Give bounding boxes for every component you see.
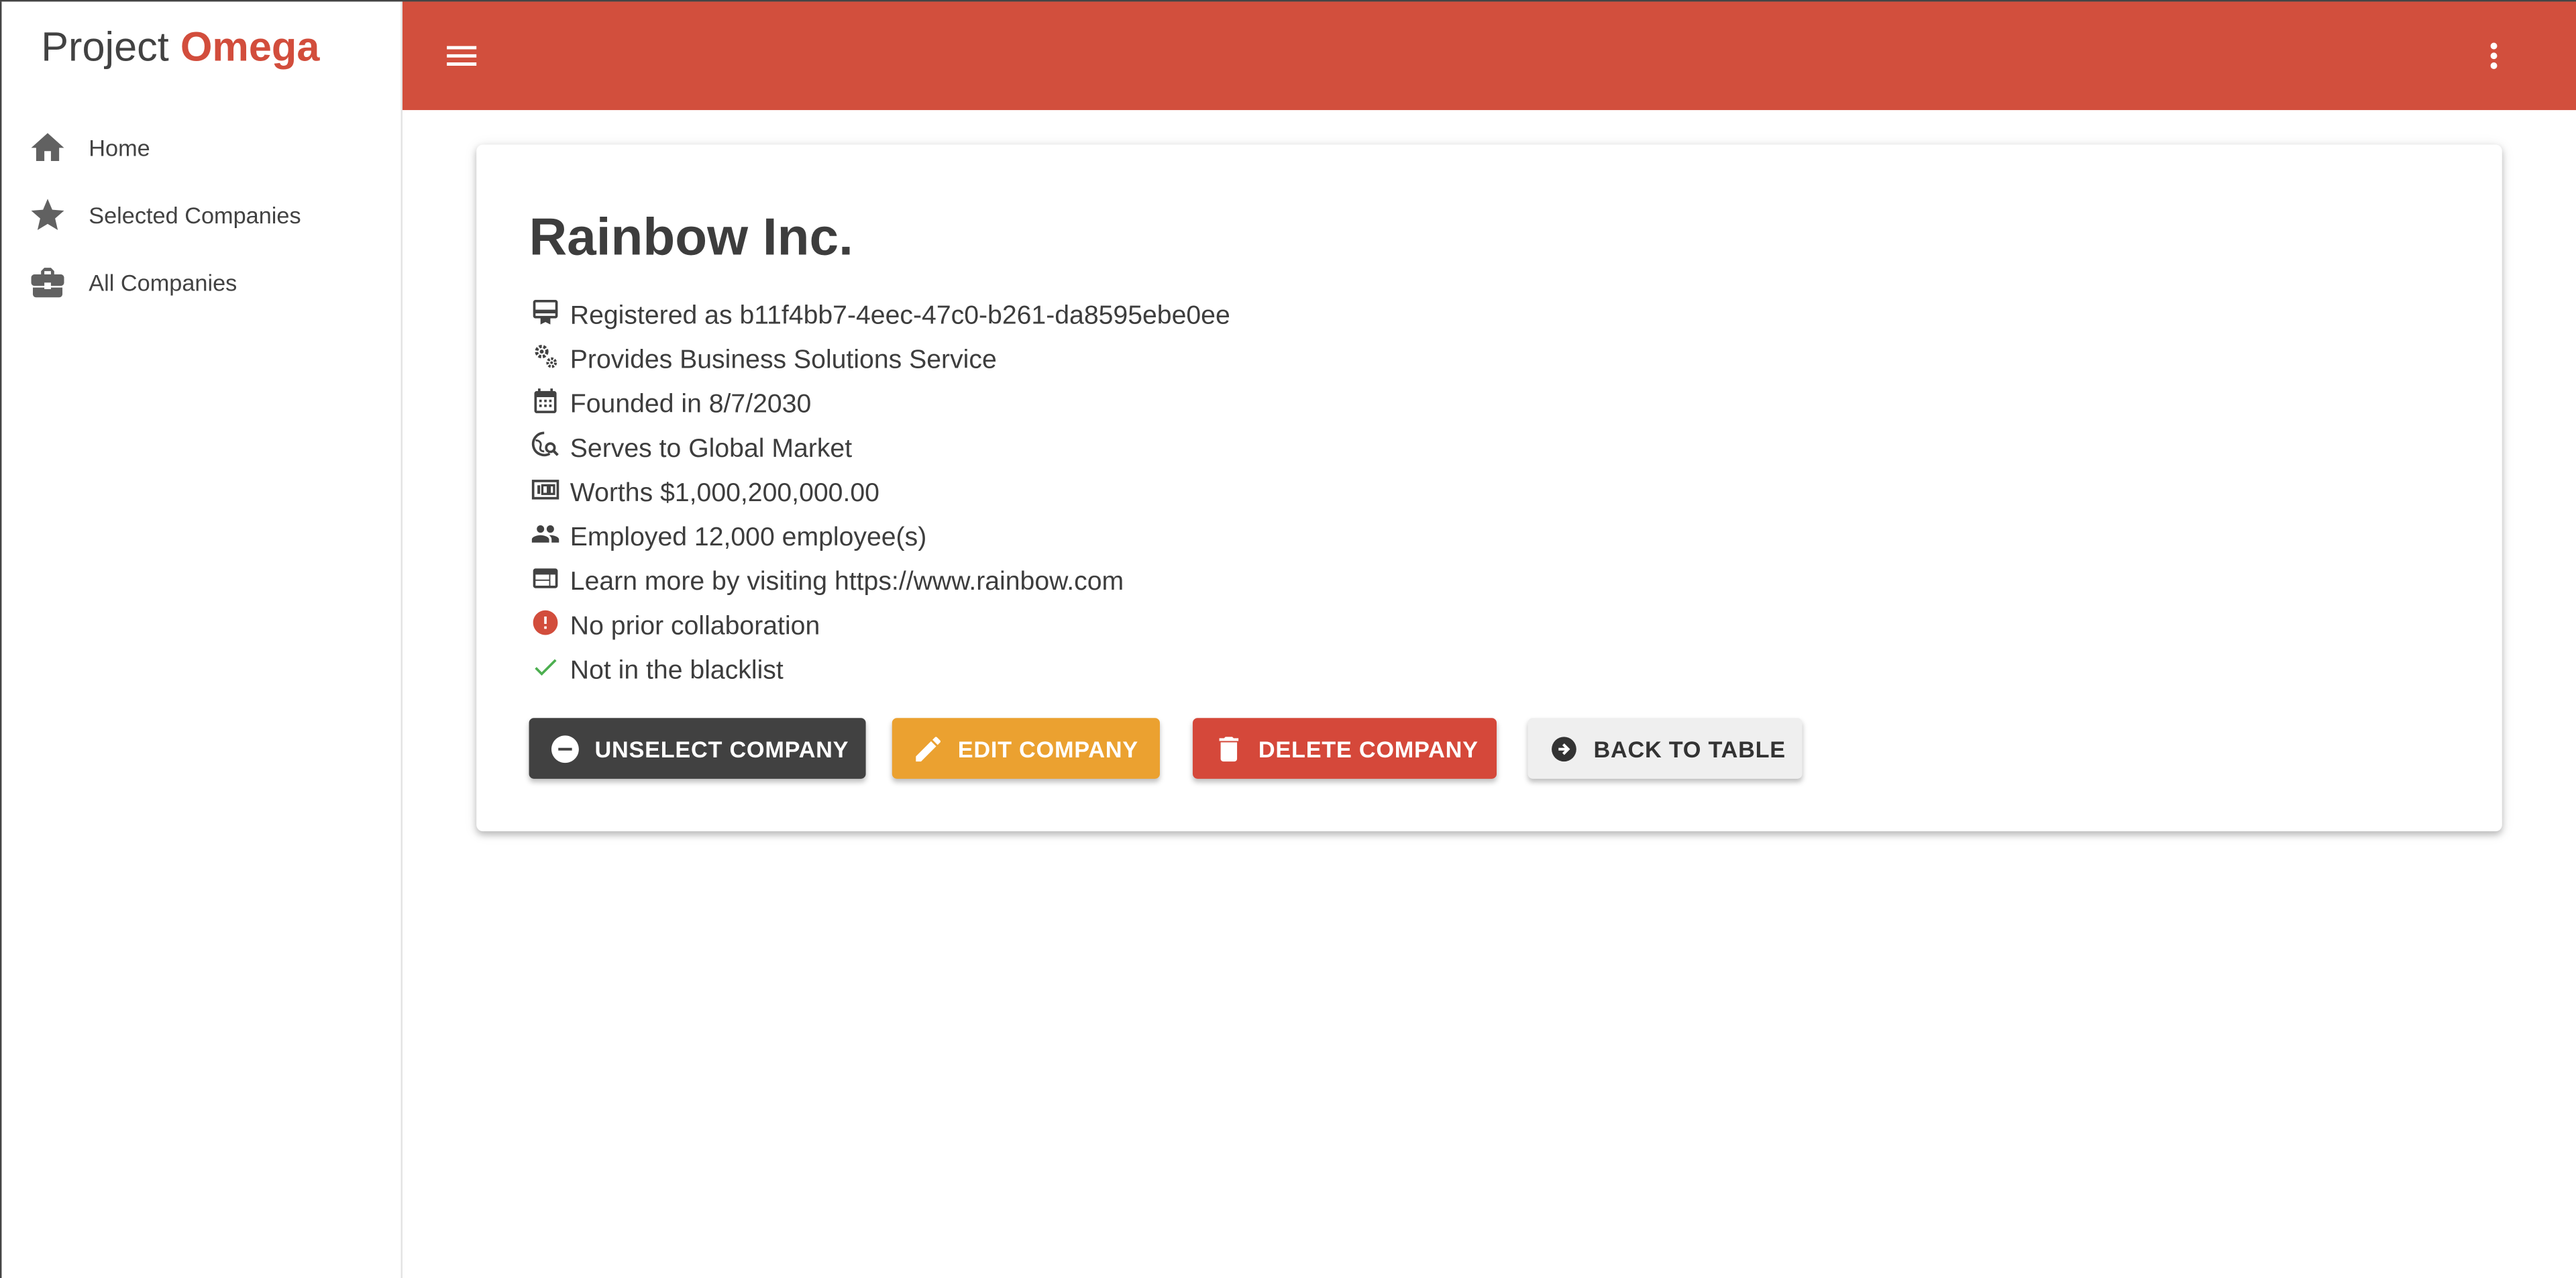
detail-text[interactable]: Learn more by visiting https://www.rainb… (570, 568, 1124, 597)
check-icon (531, 651, 560, 681)
company-card: Rainbow Inc. Registered as b11f4bb7-4eec… (476, 144, 2502, 832)
detail-service: Provides Business Solutions Service (531, 338, 1230, 382)
back-to-table-button[interactable]: BACK TO TABLE (1527, 718, 1803, 779)
detail-text: Employed 12,000 employee(s) (570, 523, 927, 551)
star-icon (28, 195, 68, 234)
detail-worth: Worths $1,000,200,000.00 (531, 472, 1230, 516)
briefcase-icon (28, 262, 68, 302)
sidebar: Project Omega Home Selected Companies Al… (0, 1, 403, 1278)
company-details: Registered as b11f4bb7-4eec-47c0-b261-da… (531, 294, 1230, 693)
button-label: DELETE COMPANY (1258, 735, 1479, 762)
remove-circle-icon (549, 732, 582, 765)
edit-company-button[interactable]: EDIT COMPANY (892, 718, 1160, 779)
trash-icon (1212, 732, 1245, 765)
sidebar-item-all-companies[interactable]: All Companies (1, 248, 402, 315)
detail-text: No prior collaboration (570, 612, 820, 640)
detail-text: Registered as b11f4bb7-4eec-47c0-b261-da… (570, 301, 1230, 330)
web-icon (531, 563, 560, 592)
error-icon (531, 607, 560, 637)
app-root: Project Omega Home Selected Companies Al… (0, 0, 2576, 1278)
detail-registration: Registered as b11f4bb7-4eec-47c0-b261-da… (531, 294, 1230, 338)
detail-blacklist: Not in the blacklist (531, 649, 1230, 693)
detail-founded: Founded in 8/7/2030 (531, 383, 1230, 427)
detail-text: Founded in 8/7/2030 (570, 390, 812, 419)
sidebar-item-home[interactable]: Home (1, 113, 402, 180)
people-icon (531, 519, 560, 548)
button-label: BACK TO TABLE (1593, 735, 1786, 762)
detail-text: Serves to Global Market (570, 434, 853, 463)
detail-market: Serves to Global Market (531, 427, 1230, 472)
home-icon (28, 127, 68, 167)
more-vert-icon[interactable] (2474, 36, 2514, 76)
travel-explore-icon (531, 429, 560, 459)
money-icon (531, 474, 560, 504)
detail-text: Not in the blacklist (570, 656, 784, 685)
unselect-company-button[interactable]: UNSELECT COMPANY (529, 718, 866, 779)
detail-text: Worths $1,000,200,000.00 (570, 478, 879, 507)
sidebar-item-selected-companies[interactable]: Selected Companies (1, 180, 402, 248)
top-app-bar (402, 1, 2576, 111)
sidebar-nav: Home Selected Companies All Companies (1, 113, 402, 315)
detail-text: Provides Business Solutions Service (570, 345, 997, 374)
sidebar-item-label: Home (89, 134, 150, 160)
brand-accent: Omega (180, 24, 320, 71)
detail-employees: Employed 12,000 employee(s) (531, 516, 1230, 560)
detail-collaboration: No prior collaboration (531, 604, 1230, 649)
calendar-icon (531, 385, 560, 415)
pencil-icon (912, 732, 945, 765)
sidebar-item-label: Selected Companies (89, 201, 301, 228)
delete-company-button[interactable]: DELETE COMPANY (1192, 718, 1497, 779)
gears-icon (531, 341, 560, 370)
button-label: EDIT COMPANY (957, 735, 1138, 762)
app-brand[interactable]: Project Omega (41, 25, 319, 72)
menu-icon[interactable] (442, 36, 482, 76)
button-label: UNSELECT COMPANY (594, 735, 849, 762)
sidebar-item-label: All Companies (89, 268, 237, 295)
brand-name: Project (41, 24, 169, 71)
id-card-icon (531, 297, 560, 326)
arrow-circle-right-icon (1548, 732, 1580, 765)
detail-website: Learn more by visiting https://www.rainb… (531, 560, 1230, 604)
company-name: Rainbow Inc. (529, 207, 853, 266)
